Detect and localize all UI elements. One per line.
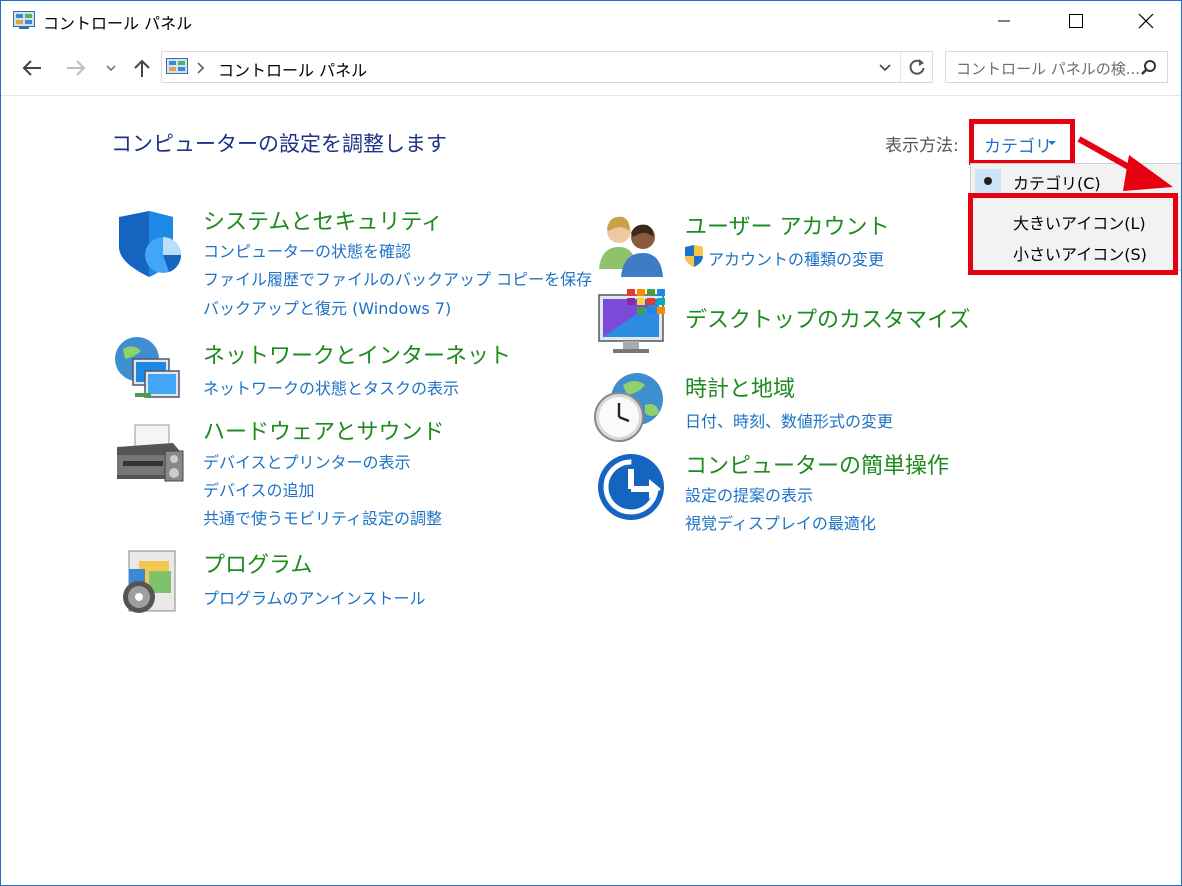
maximize-button[interactable]	[1041, 1, 1111, 41]
search-box[interactable]: コントロール パネルの検...	[945, 51, 1168, 83]
network-globe-icon[interactable]	[111, 335, 183, 407]
link-network-status-tasks[interactable]: ネットワークの状態とタスクの表示	[203, 375, 459, 399]
uac-shield-icon	[685, 245, 703, 267]
category-title-user-accounts[interactable]: ユーザー アカウント	[685, 209, 890, 241]
caret-down-icon	[1048, 141, 1056, 145]
shield-icon[interactable]	[113, 209, 185, 281]
control-panel-app-icon	[13, 11, 35, 29]
view-by-value[interactable]: カテゴリ	[984, 132, 1052, 157]
link-get-recommendations[interactable]: 設定の提案の表示	[685, 482, 813, 506]
breadcrumb-chevron-icon	[197, 62, 205, 74]
window-title: コントロール パネル	[43, 14, 193, 33]
breadcrumb-control-panel[interactable]: コントロール パネル	[218, 57, 367, 81]
annotation-arrow-icon	[1077, 136, 1173, 191]
category-title-clock-region[interactable]: 時計と地域	[685, 371, 795, 403]
back-arrow-icon	[22, 60, 41, 76]
toolbar-separator	[1, 95, 1181, 96]
search-placeholder[interactable]: コントロール パネルの検...	[956, 58, 1140, 79]
page-title: コンピューターの設定を調整します	[111, 132, 447, 156]
minimize-button[interactable]	[969, 1, 1039, 41]
up-arrow-icon	[134, 59, 150, 77]
link-mobility-settings[interactable]: 共通で使うモビリティ設定の調整	[203, 505, 442, 529]
monitor-icon[interactable]	[597, 287, 669, 359]
link-uninstall-program[interactable]: プログラムのアンインストール	[203, 585, 426, 609]
minimize-icon	[998, 20, 1010, 22]
control-panel-small-icon	[166, 58, 188, 74]
category-title-desktop-customization[interactable]: デスクトップのカスタマイズ	[685, 302, 970, 334]
highlight-box	[968, 193, 1178, 275]
address-bar[interactable]: コントロール パネル	[161, 51, 933, 83]
selected-indicator	[975, 169, 1001, 193]
control-panel-window: コントロール パネル コントロール パネル コントロール パネルの検... コン…	[0, 0, 1182, 886]
maximize-icon	[1069, 14, 1083, 28]
link-check-computer-status[interactable]: コンピューターの状態を確認	[203, 238, 411, 262]
programs-disc-icon[interactable]	[115, 547, 187, 619]
chevron-down-icon	[106, 65, 116, 72]
view-by-label: 表示方法:	[885, 136, 959, 156]
search-icon[interactable]	[1140, 59, 1158, 77]
close-button[interactable]	[1111, 1, 1181, 41]
refresh-button[interactable]	[900, 52, 933, 82]
ease-of-access-icon[interactable]	[595, 451, 667, 523]
close-icon	[1138, 13, 1154, 29]
category-title-hardware-sound[interactable]: ハードウェアとサウンド	[203, 414, 445, 446]
link-backup-restore[interactable]: バックアップと復元 (Windows 7)	[203, 295, 451, 319]
link-add-device[interactable]: デバイスの追加	[203, 477, 315, 501]
link-optimize-visual-display[interactable]: 視覚ディスプレイの最適化	[685, 510, 876, 534]
up-button[interactable]	[129, 55, 155, 81]
category-title-network-internet[interactable]: ネットワークとインターネット	[203, 338, 511, 370]
printer-icon[interactable]	[113, 421, 185, 493]
forward-button[interactable]	[61, 55, 91, 81]
title-bar: コントロール パネル	[1, 1, 1181, 41]
view-by-dropdown[interactable]: カテゴリ	[969, 119, 1075, 165]
forward-arrow-icon	[67, 60, 86, 76]
chevron-down-icon[interactable]	[878, 58, 892, 76]
category-title-programs[interactable]: プログラム	[203, 547, 312, 579]
category-title-ease-of-access[interactable]: コンピューターの簡単操作	[685, 448, 949, 480]
link-file-history-backup[interactable]: ファイル履歴でファイルのバックアップ コピーを保存	[203, 266, 592, 290]
refresh-icon	[909, 59, 925, 75]
link-devices-printers[interactable]: デバイスとプリンターの表示	[203, 449, 411, 473]
category-title-system-security[interactable]: システムとセキュリティ	[203, 204, 443, 236]
navigation-bar: コントロール パネル コントロール パネルの検...	[1, 45, 1181, 91]
link-change-account-type[interactable]: アカウントの種類の変更	[708, 246, 884, 270]
users-icon[interactable]	[595, 209, 667, 281]
recent-locations-button[interactable]	[101, 55, 121, 81]
radio-dot-icon	[984, 177, 992, 185]
back-button[interactable]	[17, 55, 47, 81]
link-date-time-format[interactable]: 日付、時刻、数値形式の変更	[685, 408, 893, 432]
clock-globe-icon[interactable]	[593, 371, 665, 443]
